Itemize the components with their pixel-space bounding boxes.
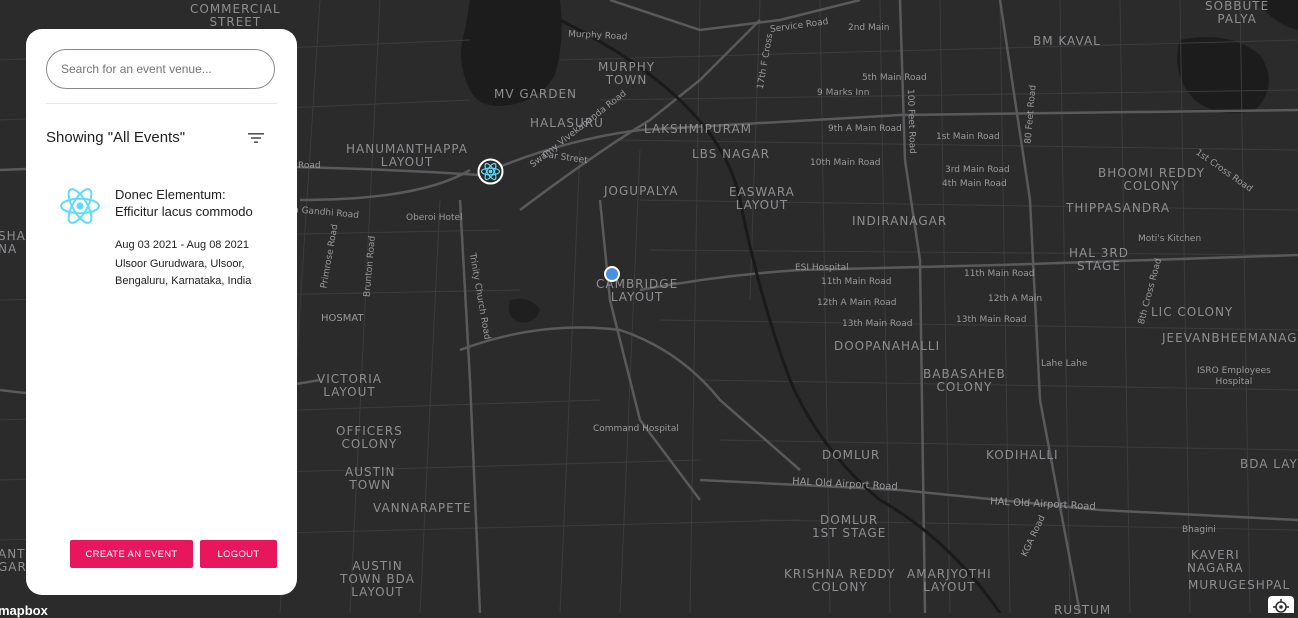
geolocate-button[interactable] — [1268, 596, 1294, 613]
map-label-lahe-lahe: Lahe Lahe — [1041, 359, 1088, 369]
mapbox-logo-text: mapbox — [0, 603, 48, 618]
map-label-5th-main-road: 5th Main Road — [862, 73, 927, 83]
logout-button[interactable]: LOGOUT — [200, 540, 277, 568]
map-label-kaveri-nagara: KAVERI NAGARA — [1187, 548, 1244, 575]
map-label-hal-3rd-stage: HAL 3RD STAGE — [1069, 246, 1129, 273]
map-label-lakshmipuram: LAKSHMIPURAM — [644, 122, 753, 136]
map-label-victoria-layout: VICTORIA LAYOUT — [317, 372, 382, 399]
map-label-lbs-nagar: LBS NAGAR — [692, 147, 770, 161]
map-label-10th-main-road: 10th Main Road — [810, 158, 881, 168]
map-label-bhagini: Bhagini — [1182, 525, 1216, 535]
events-panel: Showing "All Events" Donec Elementum: Ef… — [26, 29, 297, 595]
react-logo-icon — [477, 158, 504, 185]
map-label-bda-layout: BDA LAYO — [1240, 457, 1298, 471]
map-label-babasaheb-colony: BABASAHEB COLONY — [923, 367, 1006, 394]
map-label-doopanahalli: DOOPANAHALLI — [834, 339, 941, 353]
map-label-12th-a-main-road: 12th A Main Road — [817, 298, 897, 308]
showing-label: Showing "All Events" — [46, 129, 186, 146]
map-label-13th-main-road-a: 13th Main Road — [842, 319, 913, 329]
map-label-vannarapete: VANNARAPETE — [373, 501, 472, 515]
map-label-murugeshpalya: MURUGESHPAL — [1188, 578, 1291, 592]
location-dot-icon — [604, 266, 620, 282]
map-label-jeevanbheemanagar: JEEVANBHEEMANAG — [1162, 331, 1298, 345]
map-label-4th-main-road: 4th Main Road — [942, 179, 1007, 189]
divider — [46, 103, 277, 104]
event-date-range: Aug 03 2021 - Aug 08 2021 — [115, 239, 249, 251]
map-label-1st-main-road: 1st Main Road — [936, 132, 1000, 142]
map-label-isro-employees-hospital: ISRO Employees Hospital — [1197, 366, 1271, 387]
search-input[interactable] — [46, 49, 275, 89]
event-marker[interactable] — [477, 158, 504, 185]
map-label-amarjyothi-layout: AMARJYOTHI LAYOUT — [907, 567, 992, 594]
map-label-sobbute-palya: SOBBUTE PALYA — [1205, 0, 1270, 26]
map-label-indiranagar: INDIRANAGAR — [852, 214, 948, 228]
map-label-100-feet-road: 100 Feet Road — [904, 88, 918, 155]
map-label-thippasandra: THIPPASANDRA — [1066, 201, 1171, 215]
map-label-11th-main-road-b: 11th Main Road — [964, 269, 1035, 279]
map-label-kodihalli: KODIHALLI — [986, 448, 1059, 462]
map-label-12th-a-main: 12th A Main — [988, 294, 1043, 304]
mapbox-logo[interactable]: mapbox — [0, 603, 48, 618]
map-label-domlur-1st-stage: DOMLUR 1ST STAGE — [812, 513, 887, 540]
map-label-mv-garden: MV GARDEN — [494, 87, 578, 101]
map-label-motis-kitchen: Moti's Kitchen — [1138, 234, 1202, 244]
map-label-easwara-layout: EASWARA LAYOUT — [729, 185, 795, 212]
create-event-button[interactable]: CREATE AN EVENT — [70, 540, 193, 568]
map-label-command-hospital: Command Hospital — [593, 424, 679, 434]
map-label-austin-town-bda-layout: AUSTIN TOWN BDA LAYOUT — [340, 559, 415, 599]
event-venue: Ulsoor Gurudwara, Ulsoor, Bengaluru, Kar… — [115, 258, 252, 287]
map-label-jogupalya: JOGUPALYA — [604, 184, 679, 198]
map-label-officers-colony: OFFICERS COLONY — [336, 424, 403, 451]
filter-list-icon[interactable] — [246, 130, 266, 146]
map-label-rustum: RUSTUM — [1054, 603, 1112, 617]
event-title: Donec Elementum: Efficitur lacus commodo — [115, 187, 253, 219]
map-label-2nd-main: 2nd Main — [848, 23, 890, 33]
map-label-bm-kaval: BM KAVAL — [1033, 34, 1101, 48]
map-label-ant-gar: ANT GAR — [0, 547, 27, 574]
map-label-austin-town: AUSTIN TOWN — [345, 465, 396, 492]
map-label-domlur: DOMLUR — [822, 448, 881, 462]
user-location-marker — [603, 265, 621, 283]
map-label-9th-a-main-road: 9th A Main Road — [828, 124, 902, 134]
react-logo-icon — [58, 186, 102, 226]
map-label-11th-main-road-a: 11th Main Road — [821, 277, 892, 287]
map-label-krishna-reddy-colony: KRISHNA REDDY COLONY — [784, 567, 896, 594]
map-label-13th-main-road-b: 13th Main Road — [956, 315, 1027, 325]
crosshair-icon — [1273, 599, 1289, 613]
map-label-road-left: Road — [298, 161, 321, 171]
map-label-hanumanthappa-layout: HANUMANTHAPPA LAYOUT — [346, 142, 469, 169]
map-label-hosmat: HOSMAT — [321, 313, 364, 324]
map-label-9-marks-inn: 9 Marks Inn — [817, 88, 870, 98]
map-label-murphy-town: MURPHY TOWN — [598, 60, 656, 87]
map-label-oberoi-hotel: Oberoi Hotel — [406, 213, 463, 223]
event-list-item[interactable]: Donec Elementum: Efficitur lacus commodo… — [56, 184, 271, 314]
map-label-bhoomi-reddy-colony: BHOOMI REDDY COLONY — [1098, 166, 1205, 193]
map-label-3rd-main-road: 3rd Main Road — [945, 165, 1010, 175]
map-label-lic-colony: LIC COLONY — [1151, 305, 1234, 319]
map-label-esi-hospital: ESI Hospital — [795, 263, 849, 273]
map-label-commercial-street: COMMERCIAL STREET — [190, 2, 281, 29]
